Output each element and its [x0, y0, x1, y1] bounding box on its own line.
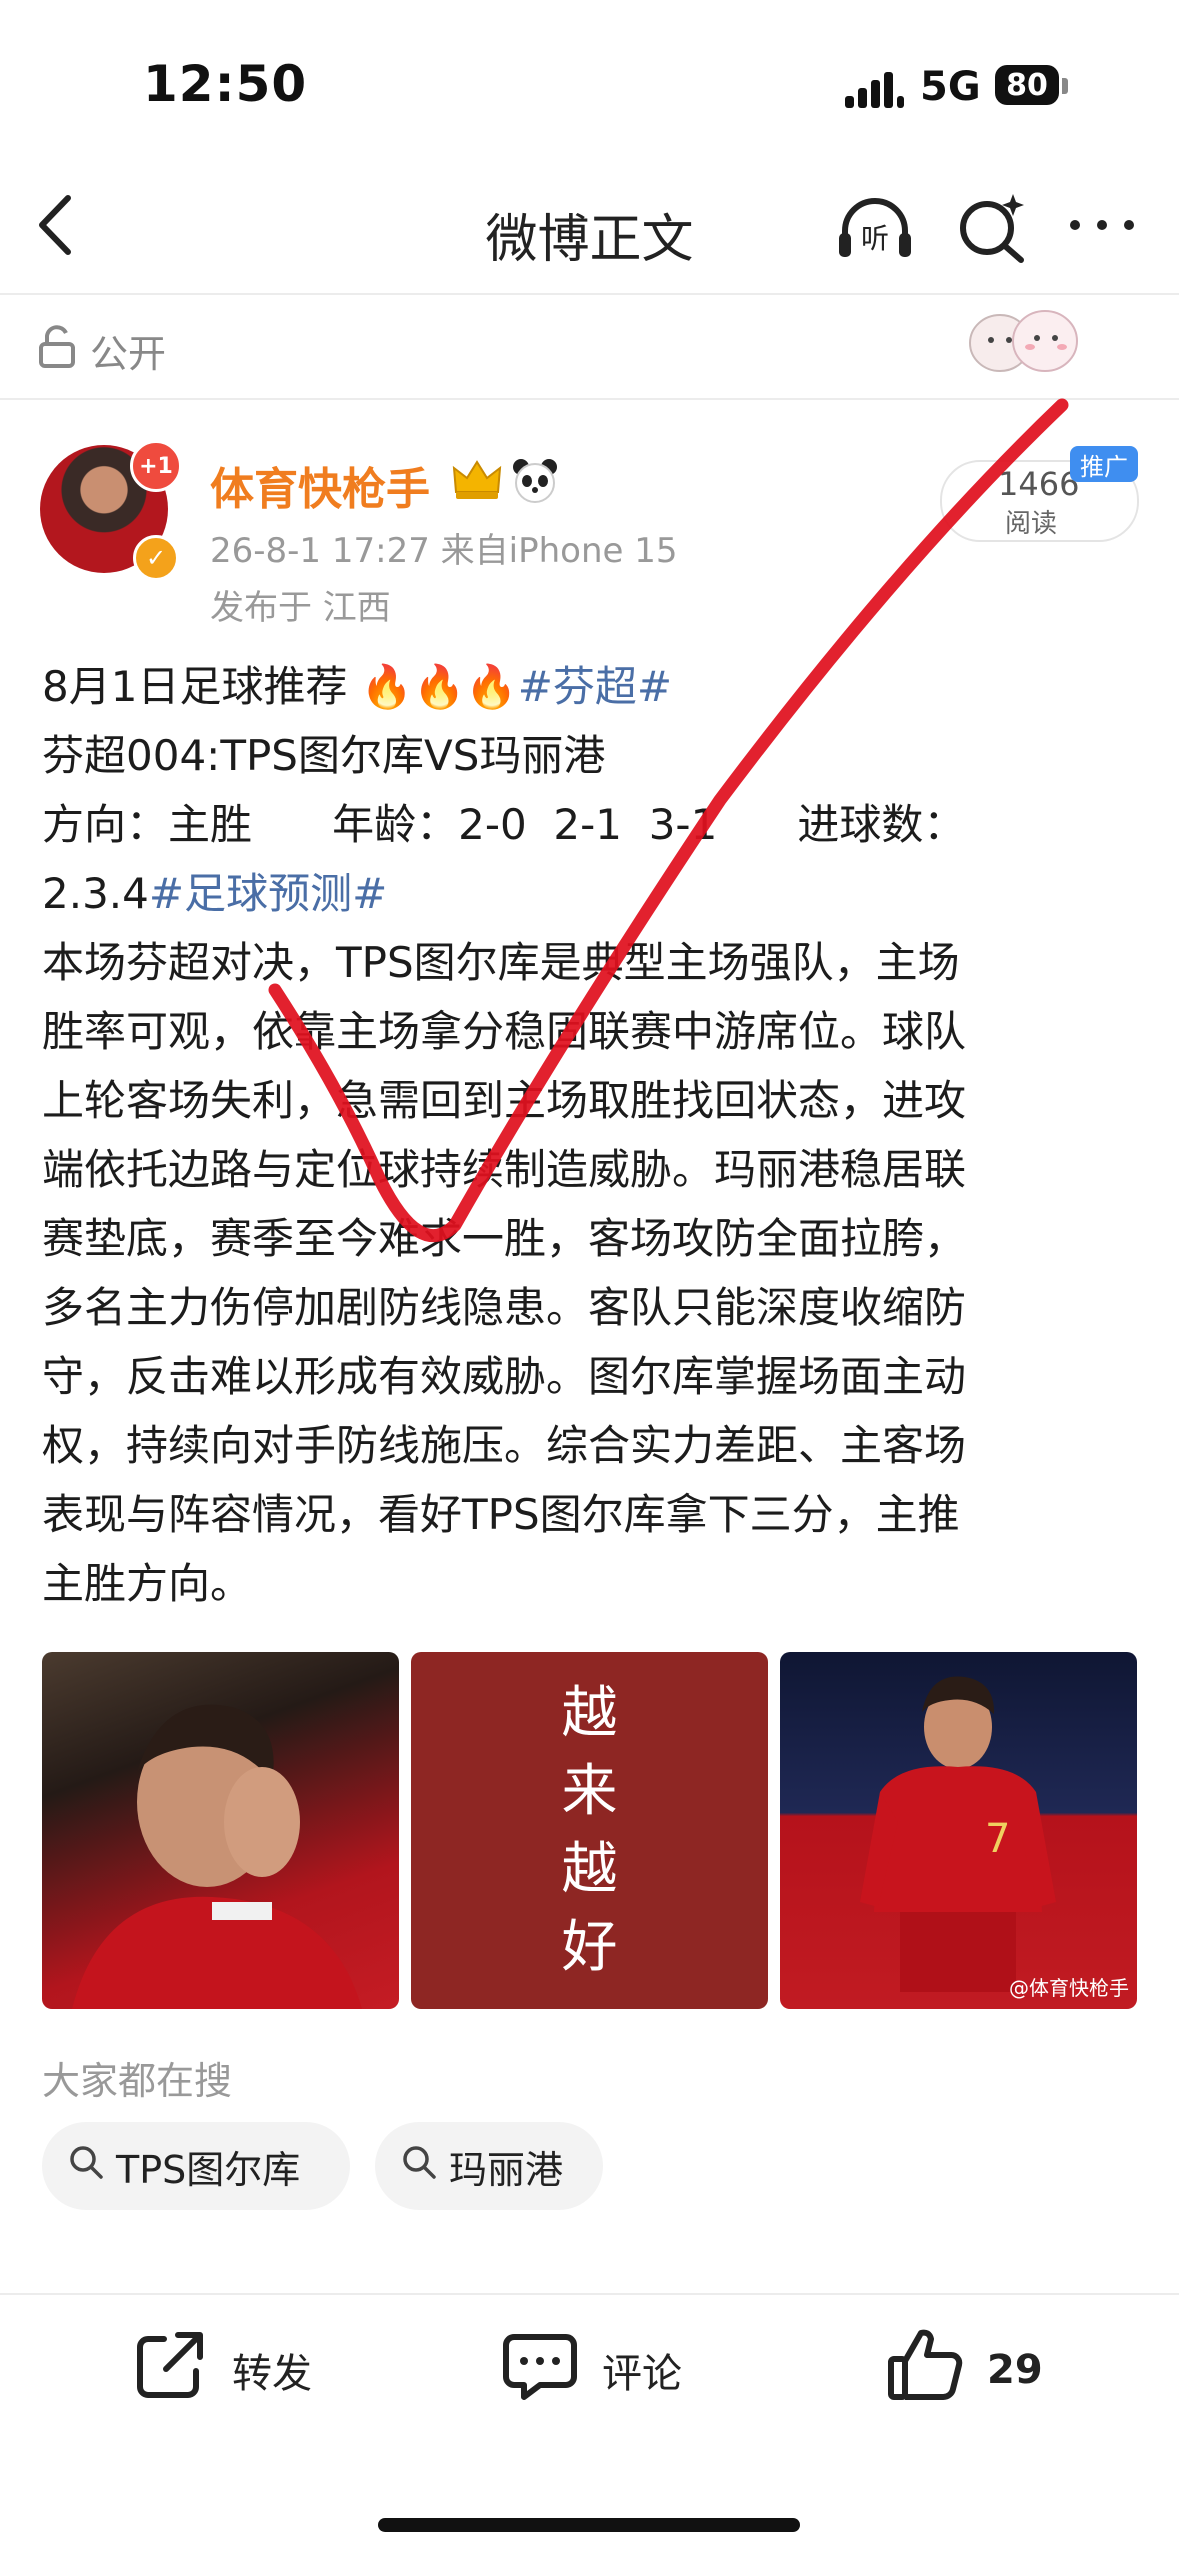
share-arrow-icon [130, 2325, 210, 2415]
read-count: 1466 [998, 465, 1080, 503]
body-line: 多名主力伤停加剧防线隐患。客队只能深度收缩防 [42, 1283, 967, 1332]
post-line-4: 2.3.4#足球预测# [42, 869, 388, 918]
more-options-icon[interactable] [1065, 210, 1140, 240]
signal-icon [845, 70, 905, 108]
repost-label: 转发 [232, 2351, 312, 2397]
post-meta: 26-8-1 17:27 来自iPhone 15 [210, 531, 678, 571]
comment-bubble-icon [500, 2325, 580, 2415]
svg-text:7: 7 [985, 1816, 1010, 1862]
search-chip-label: TPS图尔库 [116, 2147, 301, 2192]
comment-button[interactable]: 评论 [500, 2325, 682, 2415]
avatar-follow-badge: +1 [130, 440, 182, 492]
home-indicator[interactable] [378, 2518, 800, 2532]
fire-icon: 🔥 [465, 662, 518, 711]
post-line-1: 8月1日足球推荐 🔥🔥🔥#芬超# [42, 662, 673, 711]
like-count: 29 [987, 2347, 1043, 2393]
battery-tip [1062, 78, 1068, 94]
body-line: 权，持续向对手防线施压。综合实力差距、主客场 [42, 1421, 967, 1470]
thumbs-up-icon [885, 2325, 965, 2415]
bear-sticker-icon [945, 295, 1095, 380]
post-image-3[interactable]: 7 @体育快枪手 [780, 1652, 1137, 2009]
body-line: 胜率可观，依靠主场拿分稳固联赛中游席位。球队 [42, 1007, 967, 1056]
body-line: 表现与阵容情况，看好TPS图尔库拿下三分，主推 [42, 1490, 960, 1539]
hashtag-link[interactable]: #芬超# [518, 662, 672, 711]
body-line: 本场芬超对决，TPS图尔库是典型主场强队，主场 [42, 938, 960, 987]
post-location: 发布于 江西 [210, 588, 391, 628]
search-chip[interactable]: TPS图尔库 [42, 2122, 350, 2210]
search-icon [68, 2144, 104, 2189]
visibility-divider [0, 398, 1179, 400]
body-line: 主胜方向。 [42, 1559, 253, 1608]
panda-emoji-icon [510, 455, 560, 505]
promo-tag: 推广 [1070, 446, 1138, 482]
listen-headphone-icon[interactable]: 听 [835, 193, 915, 263]
body-line: 赛垫底，赛季至今难求一胜，客场攻防全面拉胯， [42, 1214, 967, 1263]
author-name[interactable]: 体育快枪手 [210, 453, 430, 517]
post-image-1[interactable] [42, 1652, 399, 2009]
status-time: 12:50 [143, 55, 308, 113]
calligraphy-text: 越 来 越 好 [561, 1680, 618, 1980]
body-line: 端依托边路与定位球持续制造威胁。玛丽港稳居联 [42, 1145, 967, 1194]
post-image-2[interactable]: 越 来 越 好 [411, 1652, 768, 2009]
network-label: 5G [920, 64, 981, 110]
battery-icon: 80 [995, 65, 1059, 105]
like-button[interactable]: 29 [885, 2325, 1043, 2415]
fire-icon: 🔥 [413, 662, 466, 711]
verified-badge-icon: ✓ [133, 535, 179, 581]
body-line: 上轮客场失利，急需回到主场取胜找回状态，进攻 [42, 1076, 967, 1125]
listen-label: 听 [861, 222, 889, 255]
visibility-row: 公开 [38, 320, 166, 380]
comment-label: 评论 [602, 2351, 682, 2397]
body-line: 守，反击难以形成有效威胁。图尔库掌握场面主动 [42, 1352, 967, 1401]
crown-icon [450, 458, 504, 502]
fire-icon: 🔥 [360, 662, 414, 711]
image-watermark: @体育快枪手 [1009, 1976, 1129, 2000]
hashtag-link[interactable]: #足球预测# [149, 869, 387, 918]
visibility-label: 公开 [90, 331, 167, 376]
search-icon[interactable] [955, 190, 1030, 265]
read-label: 阅读 [1005, 509, 1058, 539]
trending-search-title: 大家都在搜 [42, 2059, 233, 2103]
search-chip[interactable]: 玛丽港 [375, 2122, 603, 2210]
search-icon [401, 2144, 437, 2189]
post-line-2: 芬超004:TPS图尔库VS玛丽港 [42, 731, 606, 780]
repost-button[interactable]: 转发 [130, 2325, 312, 2415]
post-body: 8月1日足球推荐 🔥🔥🔥#芬超# 芬超004:TPS图尔库VS玛丽港 方向：主胜… [42, 652, 1142, 1618]
search-chip-label: 玛丽港 [449, 2147, 564, 2192]
post-line-3: 方向：主胜 年龄：2-0 2-1 3-1 进球数： [42, 800, 966, 849]
unlock-icon [38, 324, 76, 377]
